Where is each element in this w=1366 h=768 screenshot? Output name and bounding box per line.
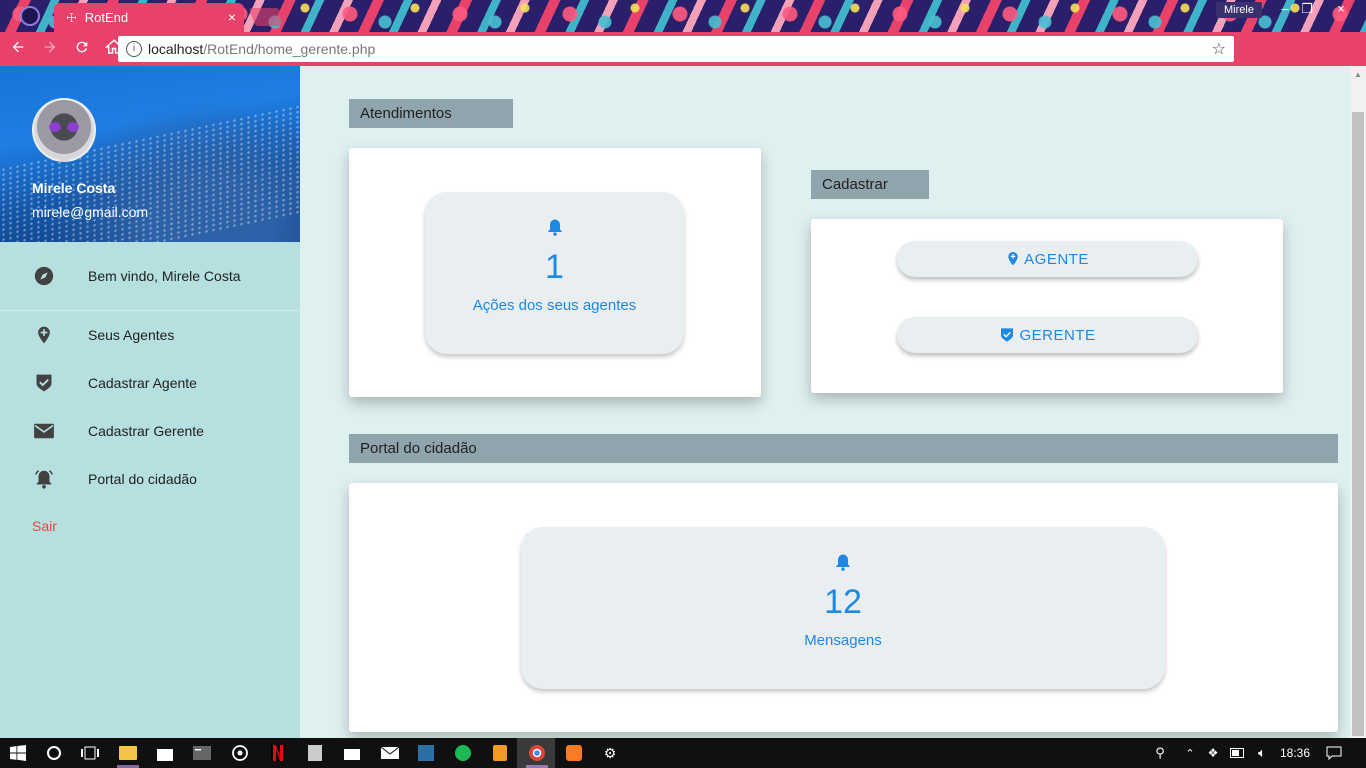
scrollbar-thumb[interactable] bbox=[1352, 112, 1364, 736]
spotify-icon[interactable] bbox=[453, 743, 473, 763]
sidebar-item-welcome[interactable]: Bem vindo, Mirele Costa bbox=[0, 242, 300, 300]
file-explorer-icon[interactable] bbox=[118, 743, 138, 763]
logout-label: Sair bbox=[32, 518, 57, 534]
url-host: localhost bbox=[148, 41, 204, 57]
restore-button[interactable]: ❐ bbox=[1292, 0, 1322, 18]
task-view-icon[interactable] bbox=[80, 743, 100, 763]
agent-actions-count: 1 bbox=[545, 248, 564, 286]
sidebar-item-label: Cadastrar Agente bbox=[88, 375, 197, 391]
back-arrow-icon bbox=[12, 41, 24, 52]
sidebar-nav: Bem vindo, Mirele Costa Seus Agentes Cad… bbox=[0, 242, 300, 551]
tab-close-icon[interactable]: × bbox=[228, 9, 236, 25]
section-title-atendimentos: Atendimentos bbox=[349, 99, 513, 128]
register-manager-label: GERENTE bbox=[1019, 326, 1096, 344]
chrome-icon[interactable] bbox=[527, 743, 547, 763]
terminal-icon[interactable] bbox=[192, 743, 212, 763]
browser-tab-strip: ☩ RotEnd × Mirele – ❐ × bbox=[0, 0, 1366, 32]
register-manager-button[interactable]: GERENTE bbox=[897, 317, 1198, 353]
mysql-workbench-icon[interactable] bbox=[416, 743, 436, 763]
reload-icon bbox=[76, 41, 88, 52]
messages-tile[interactable]: 12 Mensagens bbox=[521, 527, 1165, 689]
shield-check-icon bbox=[32, 371, 56, 395]
browser-tab[interactable]: ☩ RotEnd × bbox=[54, 3, 244, 32]
agent-actions-tile[interactable]: 1 Ações dos seus agentes bbox=[425, 192, 684, 354]
browser-toolbar: i localhost/RotEnd/home_gerente.php ☆ ··… bbox=[0, 32, 1366, 93]
messages-count: 12 bbox=[824, 583, 862, 621]
netflix-icon[interactable] bbox=[268, 743, 288, 763]
new-tab-button[interactable] bbox=[248, 8, 286, 26]
sidebar-item-label: Portal do cidadão bbox=[88, 471, 197, 487]
cadastrar-card: AGENTE GERENTE bbox=[811, 219, 1283, 393]
sidebar-item-label: Seus Agentes bbox=[88, 327, 175, 343]
store-icon[interactable] bbox=[155, 743, 175, 763]
agent-actions-label: Ações dos seus agentes bbox=[472, 297, 637, 314]
action-center-icon[interactable] bbox=[1324, 743, 1344, 763]
scroll-up-icon[interactable]: ▲ bbox=[1354, 70, 1362, 79]
shield-check-icon bbox=[1001, 328, 1014, 342]
volume-icon[interactable]: 🔈︎ bbox=[1252, 743, 1272, 763]
bell-icon bbox=[836, 554, 850, 571]
forward-button[interactable] bbox=[36, 39, 64, 60]
xampp-icon[interactable] bbox=[564, 743, 584, 763]
address-bar[interactable]: i localhost/RotEnd/home_gerente.php ☆ bbox=[118, 36, 1234, 62]
taskbar-clock[interactable]: 18:36 bbox=[1280, 746, 1310, 760]
profile-button[interactable]: Mirele bbox=[1216, 2, 1262, 18]
clapper-icon[interactable] bbox=[342, 743, 362, 763]
site-info-icon[interactable]: i bbox=[126, 41, 142, 57]
forward-arrow-icon bbox=[44, 41, 56, 52]
sidebar-item-label: Cadastrar Gerente bbox=[88, 423, 204, 439]
portal-card: 12 Mensagens bbox=[349, 483, 1338, 732]
windows-taskbar: ⚙ ⚲ ⌃ ❖ 🔈︎ 18:36 bbox=[0, 738, 1366, 768]
avatar bbox=[32, 98, 96, 162]
page-scrollbar[interactable]: ▲ bbox=[1350, 66, 1366, 738]
user-email: mirele@gmail.com bbox=[32, 204, 149, 220]
sidebar: Mirele Costa mirele@gmail.com Bem vindo,… bbox=[0, 66, 300, 738]
mail-icon bbox=[32, 419, 56, 443]
window-close-button[interactable]: × bbox=[1326, 0, 1356, 18]
sidebar-item-seus-agentes[interactable]: Seus Agentes bbox=[0, 311, 300, 359]
bell-ring-icon bbox=[32, 467, 56, 491]
sublime-text-icon[interactable] bbox=[490, 743, 510, 763]
messages-label: Mensagens bbox=[804, 632, 882, 649]
sidebar-item-cadastrar-agente[interactable]: Cadastrar Agente bbox=[0, 359, 300, 407]
browser-logo-icon bbox=[20, 6, 40, 26]
compass-icon bbox=[32, 264, 56, 288]
tab-title: RotEnd bbox=[84, 10, 129, 25]
sidebar-item-portal-cidadao[interactable]: Portal do cidadão bbox=[0, 455, 300, 503]
people-icon[interactable]: ⚲ bbox=[1150, 743, 1170, 763]
mail-app-icon[interactable] bbox=[380, 743, 400, 763]
windows-start-icon[interactable] bbox=[8, 743, 28, 763]
pin-plus-icon bbox=[32, 323, 56, 347]
sidebar-item-cadastrar-gerente[interactable]: Cadastrar Gerente bbox=[0, 407, 300, 455]
user-name: Mirele Costa bbox=[32, 180, 116, 196]
atendimentos-card: 1 Ações dos seus agentes bbox=[349, 148, 761, 397]
settings-gear-icon[interactable]: ⚙ bbox=[600, 743, 620, 763]
chevron-up-icon[interactable]: ⌃ bbox=[1180, 743, 1200, 763]
pin-plus-icon bbox=[1008, 252, 1018, 266]
section-title-cadastrar: Cadastrar bbox=[811, 170, 929, 199]
profile-header: Mirele Costa mirele@gmail.com bbox=[0, 66, 300, 242]
tab-favicon-icon: ☩ bbox=[66, 10, 77, 25]
main-content: Atendimentos 1 Ações dos seus agentes Ca… bbox=[301, 66, 1350, 738]
register-agent-button[interactable]: AGENTE bbox=[897, 241, 1198, 277]
url-path: /RotEnd/home_gerente.php bbox=[203, 41, 376, 57]
register-agent-label: AGENTE bbox=[1024, 250, 1089, 268]
logout-link[interactable]: Sair bbox=[0, 503, 300, 551]
battery-icon[interactable] bbox=[1228, 743, 1248, 763]
bell-icon bbox=[547, 219, 562, 236]
back-button[interactable] bbox=[4, 39, 32, 60]
calculator-icon[interactable] bbox=[305, 743, 325, 763]
section-title-portal: Portal do cidadão bbox=[349, 434, 1338, 463]
dropbox-icon[interactable]: ❖ bbox=[1203, 743, 1223, 763]
reload-button[interactable] bbox=[68, 39, 96, 60]
sidebar-item-label: Bem vindo, Mirele Costa bbox=[88, 268, 241, 284]
cortana-icon[interactable] bbox=[44, 743, 64, 763]
media-icon[interactable] bbox=[230, 743, 250, 763]
bookmark-star-icon[interactable]: ☆ bbox=[1212, 39, 1226, 59]
